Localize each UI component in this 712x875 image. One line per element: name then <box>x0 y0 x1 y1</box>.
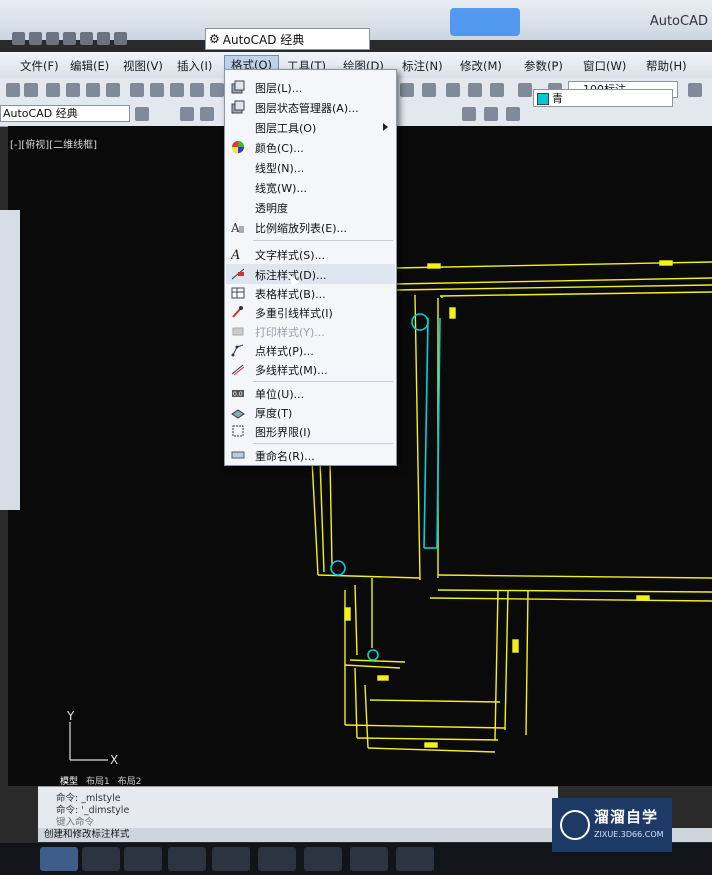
drawing-line <box>369 699 501 703</box>
dim-style-icon <box>231 267 245 281</box>
drawing-line <box>354 667 358 739</box>
plot-style-icon <box>231 324 245 338</box>
menu-item-layer-tools[interactable]: 图层工具(O) <box>225 118 396 137</box>
drawing-line <box>394 284 712 291</box>
menu-separator <box>253 240 393 241</box>
drawing-line <box>344 724 506 729</box>
taskbar-app[interactable] <box>304 847 342 871</box>
menu-item-text-style[interactable]: A 文字样式(S)... <box>225 245 396 264</box>
grip-circle <box>330 560 346 576</box>
menu-item-transparency[interactable]: 透明度 <box>225 198 396 217</box>
svg-text:0.0: 0.0 <box>233 391 243 398</box>
menu-separator <box>253 381 393 382</box>
table-style-icon <box>231 286 245 300</box>
drawing-line <box>437 589 712 593</box>
drawing-line <box>367 747 496 753</box>
layer-state-icon <box>231 100 245 114</box>
menu-item-rename[interactable]: 重命名(R)... <box>225 446 396 465</box>
thickness-icon <box>231 405 245 419</box>
menu-item-layer-state[interactable]: 图层状态管理器(A)... <box>225 98 396 117</box>
dimension-text <box>424 742 438 748</box>
menu-item-table-style[interactable]: 表格样式(B)... <box>225 284 396 303</box>
taskbar-app[interactable] <box>168 847 206 871</box>
start-icon[interactable] <box>40 847 78 871</box>
limits-icon <box>231 424 245 438</box>
drawing-line <box>494 589 499 741</box>
tab-model[interactable]: 模型 <box>60 774 78 787</box>
svg-text:A: A <box>231 221 240 234</box>
format-menu-dropdown: 图层(L)... 图层状态管理器(A)... 图层工具(O) 颜色(C)... … <box>224 69 397 466</box>
menu-separator <box>253 443 393 444</box>
command-window: 命令: _mlstyle 命令: '_dimstyle 键入命令 <box>38 786 558 833</box>
tab-layout2[interactable]: 布局2 <box>118 774 142 787</box>
ucs-x-label: X <box>110 753 118 767</box>
taskbar-app[interactable] <box>396 847 434 871</box>
dimension-text <box>512 639 519 653</box>
dimension-text <box>636 595 650 601</box>
point-style-icon <box>231 343 245 357</box>
dimension-text <box>659 260 673 266</box>
drawing-line <box>439 291 712 297</box>
drawing-line <box>414 294 421 581</box>
drawing-line <box>437 574 712 579</box>
menu-item-scale-list[interactable]: A 比例缩放列表(E)... <box>225 218 396 237</box>
drawing-line <box>344 664 401 669</box>
menu-item-point-style[interactable]: 点样式(P)... <box>225 341 396 360</box>
ucs-y-label: Y <box>66 709 75 723</box>
menu-item-dim-style[interactable]: 标注样式(D)... <box>225 265 396 284</box>
drawing-line <box>429 597 712 602</box>
menu-item-mline-style[interactable]: 多线样式(M)... <box>225 360 396 379</box>
units-icon: 0.0 <box>231 386 245 400</box>
mline-style-icon <box>231 362 245 376</box>
drawing-line <box>394 277 712 285</box>
mleader-style-icon <box>231 305 245 319</box>
dimension-text <box>427 263 441 269</box>
tab-layout1[interactable]: 布局1 <box>86 774 110 787</box>
menu-item-mleader-style[interactable]: 多重引线样式(I) <box>225 303 396 322</box>
taskbar-app[interactable] <box>350 847 388 871</box>
grip-circle <box>367 649 379 661</box>
menu-item-thickness[interactable]: 厚度(T) <box>225 403 396 422</box>
selected-line <box>423 317 429 549</box>
play-logo-icon <box>560 810 590 840</box>
dimension-text <box>377 675 389 681</box>
menu-item-plot-style: 打印样式(Y)... <box>225 322 396 341</box>
taskbar-app[interactable] <box>212 847 250 871</box>
drawing-line <box>311 459 319 576</box>
text-style-icon: A <box>230 247 245 263</box>
menu-item-units[interactable]: 0.0 单位(U)... <box>225 384 396 403</box>
watermark-name: 溜溜自学 <box>594 808 659 826</box>
drawing-line <box>354 584 358 656</box>
drawing-line <box>317 574 421 579</box>
drawing-line <box>349 659 406 663</box>
menu-item-linetype[interactable]: 线型(N)... <box>225 158 396 177</box>
color-wheel-icon <box>231 140 245 154</box>
taskbar-app[interactable] <box>258 847 296 871</box>
watermark-url: ZIXUE.3D66.COM <box>594 830 664 839</box>
menu-item-layer[interactable]: 图层(L)... <box>225 78 396 97</box>
drawing-line <box>329 459 333 566</box>
watermark: 溜溜自学 ZIXUE.3D66.COM <box>552 798 672 852</box>
menu-item-limits[interactable]: 图形界限(I) <box>225 422 396 441</box>
rename-icon <box>231 448 245 462</box>
command-input[interactable]: 键入命令 <box>56 814 94 828</box>
drawing-line <box>504 589 509 731</box>
drawing-line <box>356 737 499 741</box>
scale-list-icon: A <box>230 220 245 235</box>
taskbar-app[interactable] <box>82 847 120 871</box>
dimension-text <box>344 607 351 621</box>
layout-tabs: 模型 布局1 布局2 <box>60 774 142 787</box>
drawing-line <box>319 459 325 573</box>
dimension-text <box>449 307 456 319</box>
submenu-arrow-icon <box>383 123 388 131</box>
grip-circle <box>411 313 429 331</box>
menu-item-color[interactable]: 颜色(C)... <box>225 138 396 157</box>
drawing-line <box>525 589 529 736</box>
taskbar-app[interactable] <box>124 847 162 871</box>
layers-icon <box>231 80 245 94</box>
ucs-icon <box>69 722 108 761</box>
menu-item-lineweight[interactable]: 线宽(W)... <box>225 178 396 197</box>
svg-text:A: A <box>231 248 240 261</box>
